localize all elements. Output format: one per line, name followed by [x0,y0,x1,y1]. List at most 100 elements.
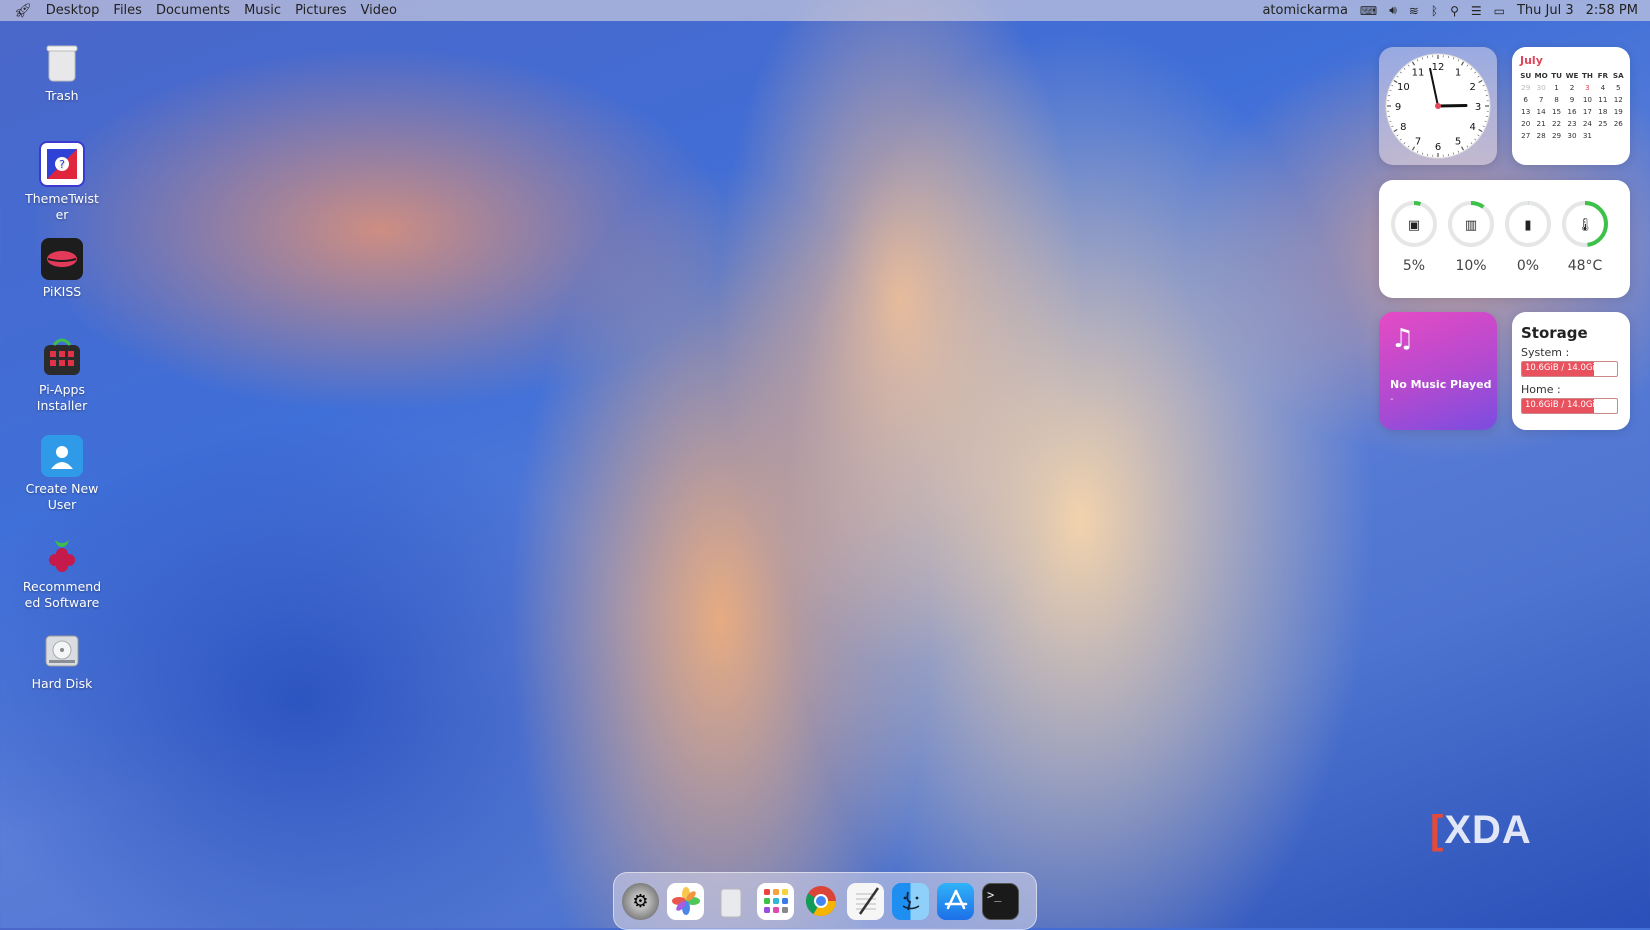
calendar-day[interactable]: 1 [1549,83,1564,92]
calendar-day[interactable]: 6 [1518,95,1533,104]
calendar-day[interactable]: 22 [1549,119,1564,128]
desktop-icon-pikiss[interactable]: PiKISS [12,238,112,300]
photos-icon[interactable] [667,883,704,920]
time-label[interactable]: 2:58 PM [1586,3,1638,18]
desktop-icon-create-user[interactable]: Create New User [12,435,112,513]
desktop-icon-themetwister[interactable]: ? ThemeTwister [12,141,112,223]
menu-music[interactable]: Music [244,3,281,18]
desktop-icon-trash[interactable]: Trash [12,42,112,104]
calendar-day[interactable]: 16 [1564,107,1579,116]
calendar-day[interactable]: 19 [1611,107,1626,116]
launchpad-icon[interactable] [757,883,794,920]
calendar-day[interactable]: 29 [1518,83,1533,92]
calendar-day[interactable] [1611,131,1626,140]
clock-number: 8 [1400,122,1406,133]
calendar-day[interactable]: 15 [1549,107,1564,116]
search-icon[interactable]: ⚲ [1450,4,1459,18]
calendar-day[interactable]: 5 [1611,83,1626,92]
display-icon[interactable]: ▭ [1494,4,1505,18]
sd-card-icon: ▮ [1524,218,1531,233]
desktop-icon-label: ThemeTwister [22,191,102,223]
raspberry-icon [41,533,83,575]
desktop-icon-label: PiKISS [12,284,112,300]
calendar-day[interactable]: 20 [1518,119,1533,128]
calendar-day[interactable]: 29 [1549,131,1564,140]
username-label[interactable]: atomickarma [1262,3,1347,18]
calendar-day[interactable]: 14 [1533,107,1548,116]
calendar-day[interactable]: 23 [1564,119,1579,128]
calendar-day[interactable]: 26 [1611,119,1626,128]
clock-widget[interactable]: 121234567891011 [1379,47,1497,165]
calendar-weekday: TU [1549,71,1564,80]
menu-files[interactable]: Files [113,3,142,18]
calendar-day[interactable]: 13 [1518,107,1533,116]
apple-logo-icon[interactable]: 🚀︎ [14,3,32,19]
menu-video[interactable]: Video [361,3,397,18]
meter-cpu: ▣5% [1389,200,1439,274]
volume-icon[interactable]: 🔊︎ [1389,3,1397,18]
calendar-weekday: FR [1595,71,1610,80]
calendar-day[interactable]: 30 [1564,131,1579,140]
xda-bracket-icon: [ [1430,808,1444,852]
clock-number: 2 [1469,82,1475,93]
calendar-day[interactable]: 21 [1533,119,1548,128]
calendar-day[interactable]: 12 [1611,95,1626,104]
bluetooth-icon[interactable]: ᛒ [1431,4,1438,18]
terminal-icon[interactable]: >_ [982,883,1019,920]
desktop-icon-pi-apps[interactable]: Pi-Apps Installer [12,336,112,414]
user-icon [41,435,83,477]
finder-icon[interactable] [892,883,929,920]
storage-widget[interactable]: Storage System : 10.6GiB / 14.0GiB Home … [1512,312,1630,430]
calendar-day[interactable]: 25 [1595,119,1610,128]
calendar-day[interactable]: 10 [1580,95,1595,104]
calendar-day[interactable]: 9 [1564,95,1579,104]
menu-pictures[interactable]: Pictures [295,3,346,18]
clock-center [1435,103,1441,109]
desktop-icon-hard-disk[interactable]: Hard Disk [12,630,112,692]
calendar-day[interactable]: 2 [1564,83,1579,92]
clock-number: 3 [1475,102,1481,113]
meter-ring: ▮ [1504,200,1552,248]
keyboard-icon[interactable]: ⌨ [1360,4,1377,18]
calendar-day[interactable]: 3 [1580,83,1595,92]
calendar-weekday: WE [1564,71,1579,80]
desktop-icon-recommended[interactable]: Recommended Software [12,533,112,611]
calendar-weekday: MO [1533,71,1548,80]
calendar-day[interactable]: 28 [1533,131,1548,140]
music-note-icon: ♫ [1391,324,1414,354]
calendar-day[interactable]: 30 [1533,83,1548,92]
wifi-icon[interactable]: ≋ [1409,4,1419,18]
svg-text:?: ? [59,158,65,171]
calendar-day[interactable]: 7 [1533,95,1548,104]
calendar-widget[interactable]: July SUMOTUWETHFRSA293012345678910111213… [1512,47,1630,165]
clock-number: 5 [1455,137,1461,148]
chrome-icon[interactable] [802,883,839,920]
music-widget[interactable]: ♫ No Music Played - [1379,312,1497,430]
text-editor-icon[interactable] [847,883,884,920]
meter-value: 48°C [1560,258,1610,274]
menu-desktop[interactable]: Desktop [46,3,100,18]
menu-documents[interactable]: Documents [156,3,230,18]
calendar-day[interactable]: 18 [1595,107,1610,116]
calendar-day[interactable]: 11 [1595,95,1610,104]
pikiss-icon [41,238,83,280]
app-store-icon[interactable] [937,883,974,920]
calendar-day[interactable] [1595,131,1610,140]
calendar-day[interactable]: 27 [1518,131,1533,140]
calendar-day[interactable]: 31 [1580,131,1595,140]
clock-number: 12 [1432,62,1445,73]
clock-number: 7 [1415,137,1421,148]
system-preferences-icon[interactable]: ⚙ [622,883,659,920]
desktop-icon-label: Recommended Software [22,579,102,611]
control-center-icon[interactable]: ☰ [1471,4,1482,18]
trash-icon[interactable] [712,883,749,920]
calendar-day[interactable]: 8 [1549,95,1564,104]
calendar-weekday: SA [1611,71,1626,80]
calendar-day[interactable]: 17 [1580,107,1595,116]
date-label[interactable]: Thu Jul 3 [1517,3,1574,18]
meter-value: 10% [1446,258,1496,274]
calendar-day[interactable]: 4 [1595,83,1610,92]
calendar-day[interactable]: 24 [1580,119,1595,128]
system-monitor-widget[interactable]: ▣5%▥10%▮0%🌡︎48°C [1379,180,1630,298]
dock: ⚙ >_ [613,872,1037,930]
